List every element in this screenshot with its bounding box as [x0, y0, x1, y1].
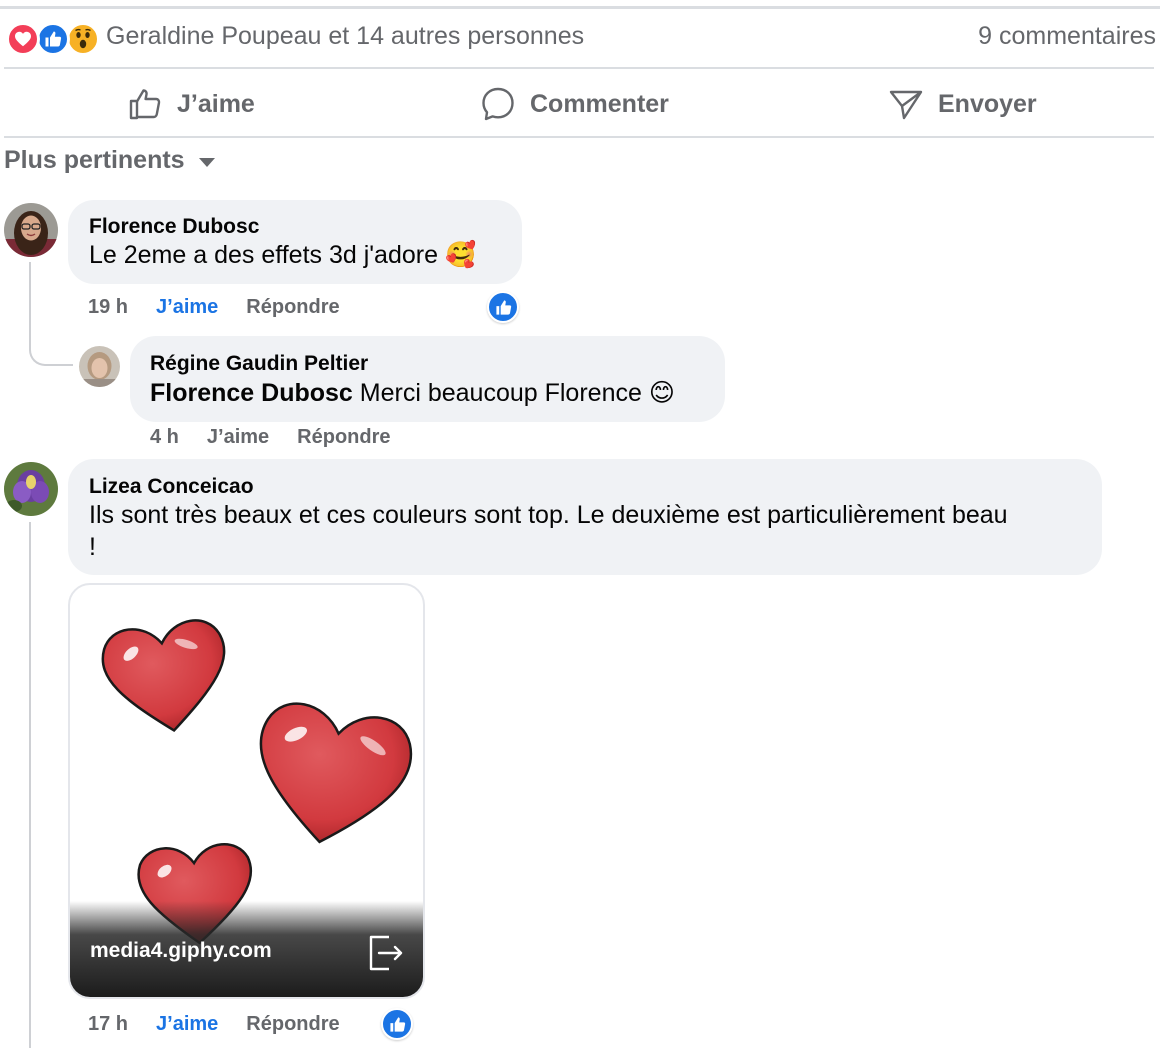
send-button[interactable]: Envoyer [888, 84, 1037, 124]
comment-author[interactable]: Lizea Conceicao [89, 475, 254, 499]
post-actions-bar: J’aime Commenter Envoyer [4, 70, 1154, 136]
divider [4, 67, 1154, 69]
comment-like-button[interactable]: J’aime [156, 296, 218, 319]
comment-author[interactable]: Florence Dubosc [89, 215, 259, 239]
reply-text: Florence Dubosc Merci beaucoup Florence … [150, 379, 675, 407]
reply-reply-button[interactable]: Répondre [297, 426, 390, 449]
comment-button-label: Commenter [530, 89, 669, 118]
send-icon [889, 90, 923, 120]
smiling-face-emoji: 😊 [648, 379, 675, 407]
like-icon [36, 22, 70, 56]
like-icon [389, 1016, 405, 1032]
reaction-icons[interactable] [6, 22, 102, 56]
like-button[interactable]: J’aime [127, 84, 255, 124]
comment-reply-button[interactable]: Répondre [246, 296, 339, 319]
reactions-summary-bar: Geraldine Poupeau et 14 autres personnes… [6, 20, 1156, 56]
reply-meta: 4 h J’aime Répondre [150, 426, 391, 449]
reply-time[interactable]: 4 h [150, 426, 179, 449]
avatar-lizea-conceicao[interactable] [4, 462, 58, 516]
comment-time[interactable]: 19 h [88, 296, 128, 319]
thread-connector [29, 344, 73, 366]
like-reaction-badge[interactable] [487, 291, 519, 323]
comment-sort-dropdown[interactable]: Plus pertinents [4, 146, 215, 175]
comment-reply-button[interactable]: Répondre [246, 1013, 339, 1036]
send-button-label: Envoyer [938, 89, 1037, 118]
reply-like-button[interactable]: J’aime [207, 426, 269, 449]
like-button-label: J’aime [177, 89, 255, 118]
comment-bubble: Florence Dubosc Le 2eme a des effets 3d … [68, 200, 522, 284]
gif-source-domain[interactable]: media4.giphy.com [90, 939, 272, 963]
comment-text-line: ! [89, 533, 96, 561]
reply-author[interactable]: Régine Gaudin Peltier [150, 352, 368, 376]
comment-like-button[interactable]: J’aime [156, 1013, 218, 1036]
comment-button[interactable]: Commenter [480, 84, 669, 124]
top-divider [0, 6, 1160, 9]
reactions-summary-text[interactable]: Geraldine Poupeau et 14 autres personnes [106, 22, 584, 51]
thread-line [29, 522, 31, 1048]
comment-bubble-icon [482, 87, 514, 121]
avatar-florence-dubosc[interactable] [4, 203, 58, 257]
comment-bubble: Lizea Conceicao Ils sont très beaux et c… [68, 459, 1102, 575]
thread-line [29, 262, 31, 346]
comment-text-line: Ils sont très beaux et ces couleurs sont… [89, 501, 1008, 529]
comment-time[interactable]: 17 h [88, 1013, 128, 1036]
smiling-hearts-emoji: 🥰 [444, 241, 477, 269]
comment-text: Le 2eme a des effets 3d j'adore 🥰 [89, 241, 477, 269]
mention-link[interactable]: Florence Dubosc [150, 379, 353, 407]
like-reaction-badge[interactable] [381, 1008, 413, 1040]
caret-down-icon [198, 158, 215, 167]
open-external-icon[interactable] [363, 931, 407, 975]
thumbs-up-icon [129, 89, 161, 120]
love-icon [6, 22, 40, 56]
gif-attachment[interactable]: media4.giphy.com [68, 583, 425, 999]
comment-sort-label: Plus pertinents [4, 146, 185, 174]
comment-meta: 19 h J’aime Répondre [88, 296, 340, 319]
wow-icon [66, 22, 100, 56]
comment-meta: 17 h J’aime Répondre [88, 1013, 340, 1036]
like-icon [495, 299, 511, 315]
comments-count[interactable]: 9 commentaires [978, 22, 1156, 51]
divider [4, 136, 1154, 138]
avatar-regine-gaudin-peltier[interactable] [79, 346, 120, 387]
reply-bubble: Régine Gaudin Peltier Florence Dubosc Me… [130, 336, 725, 422]
